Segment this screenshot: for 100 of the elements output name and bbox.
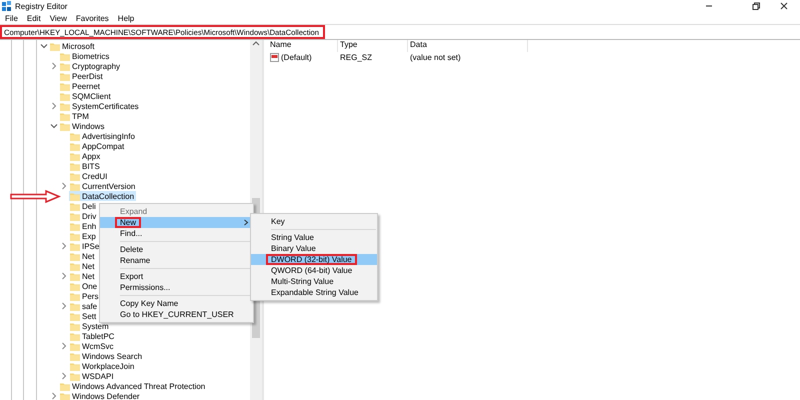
tree-item[interactable]: WorkplaceJoin — [69, 361, 136, 371]
expander-icon[interactable] — [60, 272, 68, 280]
close-icon — [780, 2, 788, 10]
expander-icon[interactable] — [50, 122, 58, 130]
menu-item[interactable]: Rename — [100, 255, 253, 266]
tree-item[interactable]: One — [69, 281, 100, 291]
tree-item[interactable]: Peernet — [59, 81, 102, 91]
menu-item[interactable]: Delete — [100, 244, 253, 255]
folder-icon — [70, 322, 80, 330]
menu-item[interactable]: Permissions... — [100, 282, 253, 293]
tree-item[interactable]: TabletPC — [69, 331, 116, 341]
expander-icon[interactable] — [60, 372, 68, 380]
tree-item[interactable]: AppCompat — [69, 141, 126, 151]
tree-item[interactable]: Enh — [69, 221, 98, 231]
folder-icon — [70, 232, 80, 240]
tree-item[interactable]: TPM — [59, 111, 91, 121]
tree-item[interactable]: PeerDist — [59, 71, 105, 81]
folder-icon — [70, 372, 80, 380]
tree-item[interactable]: WSDAPI — [69, 371, 116, 381]
folder-icon — [70, 162, 80, 170]
folder-icon — [70, 132, 80, 140]
folder-icon — [70, 212, 80, 220]
tree-item[interactable]: safe — [69, 301, 100, 311]
tree-item[interactable]: Pers — [69, 291, 100, 301]
tree-item[interactable]: System — [69, 321, 111, 331]
menu-item[interactable]: QWORD (64-bit) Value — [251, 265, 378, 276]
tree-item[interactable]: CurrentVersion — [69, 181, 138, 191]
expander-icon[interactable] — [60, 182, 68, 190]
menu-item[interactable]: Edit — [24, 14, 44, 22]
tree-item[interactable]: DataCollection — [69, 191, 136, 201]
folder-icon — [60, 102, 70, 110]
folder-icon — [70, 142, 80, 150]
tree-item[interactable]: AdvertisingInfo — [69, 131, 137, 141]
folder-icon — [70, 352, 80, 360]
menu-item[interactable]: View — [46, 14, 70, 22]
folder-icon — [60, 72, 70, 80]
folder-icon — [60, 52, 70, 60]
menu-item[interactable]: Key — [251, 216, 378, 227]
table-cell-text: (value not set) — [409, 52, 462, 63]
tree-item[interactable]: Windows Search — [69, 351, 144, 361]
expander-icon[interactable] — [50, 102, 58, 110]
tree-item[interactable]: CredUI — [69, 171, 110, 181]
column-header[interactable]: Type — [338, 40, 408, 52]
tree-item[interactable]: Windows Defender — [59, 391, 142, 400]
table-cell: (Default) — [281, 53, 312, 62]
tree-item[interactable]: Sett — [69, 311, 98, 321]
tree-item[interactable]: IPSe — [69, 241, 102, 251]
registry-editor-icon — [2, 1, 11, 11]
menu-item[interactable]: Help — [114, 14, 138, 22]
column-header[interactable]: Data — [408, 40, 528, 52]
menu-item[interactable]: Multi-String Value — [251, 276, 378, 287]
menu-item[interactable]: DWORD (32-bit) Value — [251, 254, 378, 265]
folder-icon — [70, 182, 80, 190]
expander-icon[interactable] — [50, 62, 58, 70]
tree-item[interactable]: SystemCertificates — [59, 101, 141, 111]
menu-item[interactable]: Favorites — [72, 14, 112, 22]
folder-icon — [70, 342, 80, 350]
folder-icon — [70, 252, 80, 260]
menu-item[interactable]: Export — [100, 271, 253, 282]
tree-item[interactable]: Cryptography — [59, 61, 122, 71]
folder-icon — [60, 112, 70, 120]
menu-item[interactable]: File — [2, 14, 21, 22]
restore-icon — [752, 2, 760, 10]
expander-icon[interactable] — [40, 42, 48, 50]
folder-icon — [60, 392, 70, 400]
scroll-up-button[interactable] — [252, 40, 260, 48]
folder-icon — [50, 42, 60, 50]
tree-item[interactable]: Net — [69, 261, 96, 271]
tree-item[interactable]: Net — [69, 271, 96, 281]
expander-icon[interactable] — [60, 242, 68, 250]
tree-item[interactable]: Windows Advanced Threat Protection — [59, 381, 208, 391]
tree-item[interactable]: Driv — [69, 211, 98, 221]
folder-icon — [70, 272, 80, 280]
menu-item[interactable]: Find... — [100, 228, 253, 239]
expander-icon[interactable] — [60, 302, 68, 310]
tree-item[interactable]: BITS — [69, 161, 102, 171]
tree-item[interactable]: Exp — [69, 231, 98, 241]
menu-item[interactable]: String Value — [251, 232, 378, 243]
menu-item[interactable]: Go to HKEY_CURRENT_USER — [100, 309, 253, 320]
folder-icon — [60, 122, 70, 130]
tree-item[interactable]: SQMClient — [59, 91, 113, 101]
tree-item[interactable]: Windows — [59, 121, 106, 131]
tree-item[interactable]: Net — [69, 251, 96, 261]
folder-icon — [70, 302, 80, 310]
expander-icon[interactable] — [60, 342, 68, 350]
menu-item[interactable]: Binary Value — [251, 243, 378, 254]
tree-item[interactable]: Deli — [69, 201, 98, 211]
folder-icon — [70, 202, 80, 210]
menu-item[interactable]: New — [100, 217, 253, 228]
tree-item[interactable]: WcmSvc — [69, 341, 116, 351]
tree-item[interactable]: Appx — [69, 151, 102, 161]
folder-icon — [60, 92, 70, 100]
tree-item[interactable]: Biometrics — [59, 51, 112, 61]
folder-icon — [70, 362, 80, 370]
folder-icon — [60, 62, 70, 70]
expander-icon[interactable] — [50, 392, 58, 400]
menu-item[interactable]: Expandable String Value — [251, 287, 378, 298]
column-header[interactable]: Name — [268, 40, 338, 52]
menu-item[interactable]: Copy Key Name — [100, 298, 253, 309]
tree-item[interactable]: Microsoft — [49, 41, 96, 51]
